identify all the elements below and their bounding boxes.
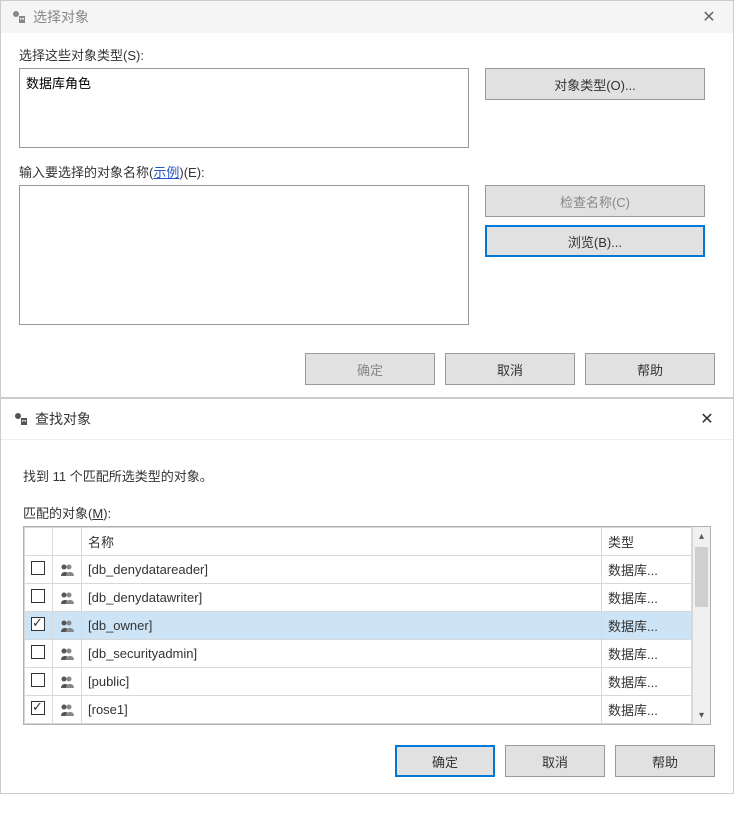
matching-suffix: ): bbox=[103, 506, 111, 521]
col-name-header[interactable]: 名称 bbox=[82, 528, 602, 556]
row-type: 数据库... bbox=[602, 556, 692, 584]
row-checkbox[interactable] bbox=[31, 589, 45, 603]
found-count: 11 bbox=[53, 469, 67, 484]
object-types-button[interactable]: 对象类型(O)... bbox=[485, 68, 705, 100]
select-types-label: 选择这些对象类型(S): bbox=[19, 45, 715, 64]
row-type: 数据库... bbox=[602, 584, 692, 612]
app-icon bbox=[11, 9, 27, 25]
row-checkbox[interactable] bbox=[31, 617, 45, 631]
scrollbar[interactable]: ▴ ▾ bbox=[692, 527, 710, 724]
results-table-wrap: 名称 类型 [db_denydatareader]数据库...[db_denyd… bbox=[23, 526, 711, 725]
row-checkbox[interactable] bbox=[31, 645, 45, 659]
row-type: 数据库... bbox=[602, 696, 692, 724]
results-table[interactable]: 名称 类型 [db_denydatareader]数据库...[db_denyd… bbox=[24, 527, 692, 724]
table-row[interactable]: [db_securityadmin]数据库... bbox=[25, 640, 692, 668]
matching-hotkey: M bbox=[92, 506, 103, 521]
close-icon[interactable]: ✕ bbox=[695, 7, 723, 27]
scroll-down-icon[interactable]: ▾ bbox=[693, 706, 710, 724]
select-objects-dialog: 选择对象 ✕ 选择这些对象类型(S): 数据库角色 对象类型(O)... 输入要… bbox=[0, 0, 734, 398]
help-button[interactable]: 帮助 bbox=[585, 353, 715, 385]
row-type: 数据库... bbox=[602, 668, 692, 696]
row-name: [db_securityadmin] bbox=[82, 640, 602, 668]
ok-button[interactable]: 确定 bbox=[305, 353, 435, 385]
found-count-label: 找到 11 个匹配所选类型的对象。 bbox=[23, 466, 711, 485]
browse-button[interactable]: 浏览(B)... bbox=[485, 225, 705, 257]
app-icon bbox=[13, 411, 29, 427]
row-name: [db_denydatareader] bbox=[82, 556, 602, 584]
role-icon bbox=[59, 562, 75, 578]
table-row[interactable]: [public]数据库... bbox=[25, 668, 692, 696]
example-link[interactable]: 示例 bbox=[153, 165, 179, 180]
matching-prefix: 匹配的对象( bbox=[23, 506, 92, 521]
dialog1-body: 选择这些对象类型(S): 数据库角色 对象类型(O)... 输入要选择的对象名称… bbox=[1, 33, 733, 345]
titlebar: 选择对象 ✕ bbox=[1, 1, 733, 33]
dialog2-body: 找到 11 个匹配所选类型的对象。 匹配的对象(M): 名称 类型 [db_de… bbox=[1, 440, 733, 731]
dialog2-footer: 确定 取消 帮助 bbox=[1, 731, 733, 793]
col-checkbox-header bbox=[25, 528, 53, 556]
row-type: 数据库... bbox=[602, 640, 692, 668]
table-row[interactable]: [db_denydatawriter]数据库... bbox=[25, 584, 692, 612]
row-name: [rose1] bbox=[82, 696, 602, 724]
close-icon[interactable]: ✕ bbox=[693, 409, 721, 429]
row-name: [db_owner] bbox=[82, 612, 602, 640]
dialog1-footer: 确定 取消 帮助 bbox=[1, 345, 733, 397]
role-icon bbox=[59, 646, 75, 662]
titlebar: 查找对象 ✕ bbox=[1, 399, 733, 440]
object-types-box: 数据库角色 bbox=[19, 68, 469, 148]
enter-names-prefix: 输入要选择的对象名称( bbox=[19, 165, 153, 180]
title-text: 选择对象 bbox=[33, 7, 695, 27]
cancel-button[interactable]: 取消 bbox=[505, 745, 605, 777]
role-icon bbox=[59, 618, 75, 634]
enter-names-label: 输入要选择的对象名称(示例)(E): bbox=[19, 162, 715, 181]
scroll-thumb[interactable] bbox=[695, 547, 708, 607]
row-checkbox[interactable] bbox=[31, 673, 45, 687]
col-icon-header bbox=[53, 528, 82, 556]
scroll-up-icon[interactable]: ▴ bbox=[693, 527, 710, 545]
row-type: 数据库... bbox=[602, 612, 692, 640]
find-objects-dialog: 查找对象 ✕ 找到 11 个匹配所选类型的对象。 匹配的对象(M): 名称 类型… bbox=[0, 398, 734, 794]
role-icon bbox=[59, 674, 75, 690]
help-button[interactable]: 帮助 bbox=[615, 745, 715, 777]
title-text: 查找对象 bbox=[35, 409, 693, 429]
row-checkbox[interactable] bbox=[31, 701, 45, 715]
role-icon bbox=[59, 702, 75, 718]
ok-button[interactable]: 确定 bbox=[395, 745, 495, 777]
row-name: [db_denydatawriter] bbox=[82, 584, 602, 612]
found-prefix: 找到 bbox=[23, 469, 53, 484]
col-type-header[interactable]: 类型 bbox=[602, 528, 692, 556]
enter-names-suffix: )(E): bbox=[179, 165, 204, 180]
found-suffix: 个匹配所选类型的对象。 bbox=[66, 469, 213, 484]
table-row[interactable]: [db_denydatareader]数据库... bbox=[25, 556, 692, 584]
row-checkbox[interactable] bbox=[31, 561, 45, 575]
table-row[interactable]: [rose1]数据库... bbox=[25, 696, 692, 724]
object-names-input[interactable] bbox=[19, 185, 469, 325]
role-icon bbox=[59, 590, 75, 606]
row-name: [public] bbox=[82, 668, 602, 696]
matching-objects-label: 匹配的对象(M): bbox=[23, 503, 711, 522]
check-names-button[interactable]: 检查名称(C) bbox=[485, 185, 705, 217]
table-row[interactable]: [db_owner]数据库... bbox=[25, 612, 692, 640]
cancel-button[interactable]: 取消 bbox=[445, 353, 575, 385]
